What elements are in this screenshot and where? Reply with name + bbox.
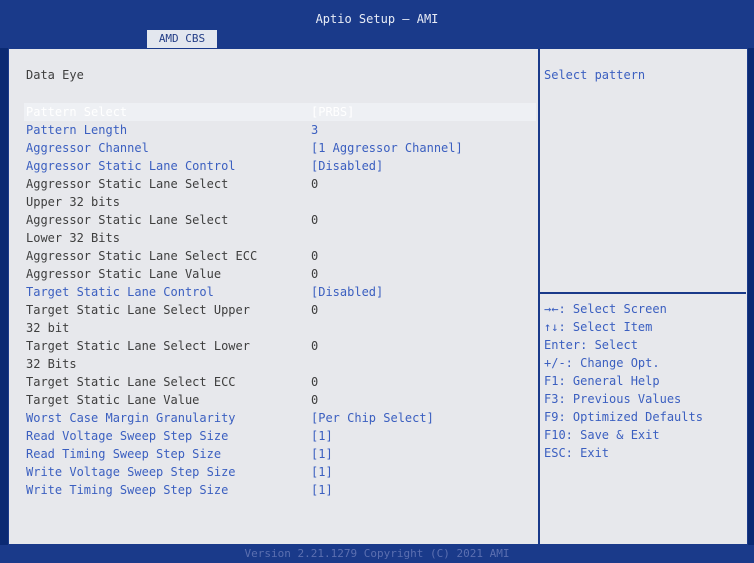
setting-row[interactable]: Read Timing Sweep Step Size [1] (26, 445, 526, 463)
setting-label: Aggressor Static Lane Select (26, 177, 229, 191)
setting-value: 0 (311, 393, 319, 407)
setting-label: Target Static Lane Select Upper (26, 303, 250, 317)
setting-value[interactable]: 3 (311, 121, 318, 139)
setting-label: Write Voltage Sweep Step Size (26, 465, 236, 479)
panel-divider (538, 48, 540, 545)
key-hint: F3: Previous Values (544, 392, 682, 406)
setting-label: Worst Case Margin Granularity (26, 411, 236, 425)
setting-row[interactable]: Write Timing Sweep Step Size [1] (26, 481, 526, 499)
setting-row: Target Static Lane Select Lower 0 32 Bits (26, 337, 526, 371)
setting-value: 0 (311, 303, 319, 317)
setting-row[interactable]: Pattern Length 3 (26, 121, 526, 139)
setting-label: Aggressor Static Lane Value (26, 267, 222, 281)
setting-value[interactable]: [Disabled] (311, 283, 383, 301)
setting-value: 0 (311, 267, 319, 281)
key-hint: →←: Select Screen (544, 302, 667, 316)
setting-label-continued: 32 bit (26, 321, 70, 335)
setting-value: 0 (311, 177, 319, 191)
setting-value[interactable]: [Per Chip Select] (311, 409, 434, 427)
setting-value[interactable]: [1] (311, 481, 333, 499)
setting-label: Write Timing Sweep Step Size (26, 483, 229, 497)
section-title: Data Eye (26, 68, 84, 82)
setting-row: Aggressor Static Lane Value 0 (26, 265, 526, 283)
setting-row: Aggressor Static Lane Select 0 Lower 32 Bi… (26, 211, 526, 245)
setting-value: 0 (311, 213, 319, 227)
key-hint: F1: General Help (544, 374, 660, 388)
setting-label: Target Static Lane Value (26, 393, 200, 407)
setting-row[interactable]: Write Voltage Sweep Step Size [1] (26, 463, 526, 481)
setting-row[interactable]: Pattern Select [PRBS] (26, 103, 526, 121)
setting-row[interactable]: Aggressor Channel [1 Aggressor Channel] (26, 139, 526, 157)
help-divider (540, 292, 746, 294)
setting-row: Aggressor Static Lane Select 0 Upper 32 bi… (26, 175, 526, 209)
setting-label: Pattern Select (26, 105, 128, 119)
key-hint: F9: Optimized Defaults (544, 410, 703, 424)
app-title: Aptio Setup – AMI (315, 12, 439, 26)
tab-amd-cbs[interactable]: AMD CBS (147, 30, 217, 48)
key-hint: F10: Save & Exit (544, 428, 660, 442)
setting-row: Target Static Lane Select Upper 0 32 bit (26, 301, 526, 335)
setting-label: Target Static Lane Control (26, 285, 214, 299)
setting-row[interactable]: Worst Case Margin Granularity [Per Chip S… (26, 409, 526, 427)
key-hint: ↑↓: Select Item (544, 320, 653, 334)
setting-label: Read Timing Sweep Step Size (26, 447, 222, 461)
setting-row[interactable]: Read Voltage Sweep Step Size [1] (26, 427, 526, 445)
setting-value[interactable]: [1] (311, 445, 333, 463)
setting-label-continued: Upper 32 bits (26, 195, 120, 209)
setting-label: Aggressor Static Lane Select ECC (26, 249, 258, 263)
help-description: Select pattern (544, 68, 646, 82)
key-hint: ESC: Exit (544, 446, 610, 460)
setting-label-continued: Lower 32 Bits (26, 231, 120, 245)
key-hint: +/-: Change Opt. (544, 356, 660, 370)
setting-value: 0 (311, 375, 319, 389)
setting-value[interactable]: [1] (311, 427, 333, 445)
setting-row: Target Static Lane Value 0 (26, 391, 526, 409)
setting-value[interactable]: [1] (311, 463, 333, 481)
setting-value: 0 (311, 339, 319, 353)
setting-label: Aggressor Static Lane Select (26, 213, 229, 227)
setting-label: Aggressor Channel (26, 141, 149, 155)
setting-label: Target Static Lane Select Lower (26, 339, 250, 353)
setting-row[interactable]: Aggressor Static Lane Control [Disabled] (26, 157, 526, 175)
setting-label: Target Static Lane Select ECC (26, 375, 236, 389)
setting-label-continued: 32 Bits (26, 357, 77, 371)
setting-row: Target Static Lane Select ECC 0 (26, 373, 526, 391)
setting-label: Pattern Length (26, 123, 128, 137)
setting-value[interactable]: [PRBS] (311, 103, 354, 121)
setting-row[interactable]: Target Static Lane Control [Disabled] (26, 283, 526, 301)
setting-label: Read Voltage Sweep Step Size (26, 429, 229, 443)
setting-value[interactable]: [1 Aggressor Channel] (311, 139, 463, 157)
title-bar: Aptio Setup – AMI AMD CBS (0, 0, 754, 48)
setting-value: 0 (311, 249, 319, 263)
setting-value[interactable]: [Disabled] (311, 157, 383, 175)
setting-label: Aggressor Static Lane Control (26, 159, 236, 173)
footer-version: Version 2.21.1279 Copyright (C) 2021 AMI (0, 545, 754, 563)
key-hint: Enter: Select (544, 338, 638, 352)
setting-row: Aggressor Static Lane Select ECC 0 (26, 247, 526, 265)
